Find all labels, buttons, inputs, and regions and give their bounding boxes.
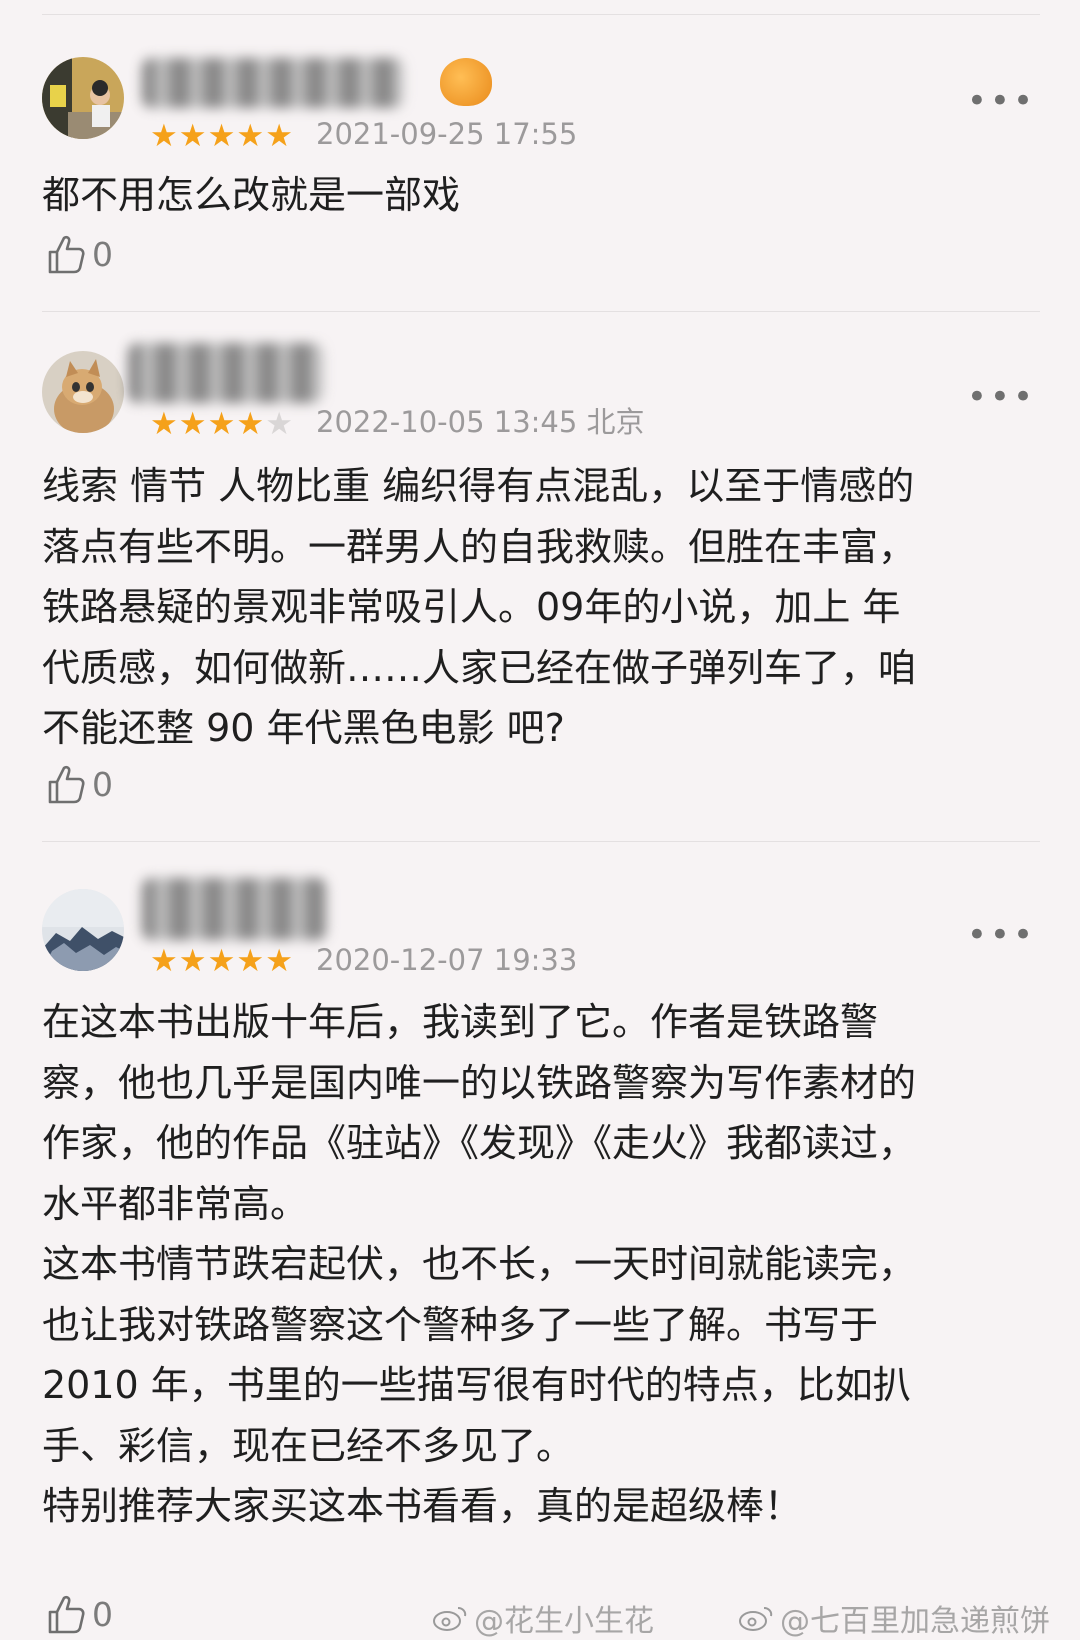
- username-blurred[interactable]: [142, 878, 327, 940]
- like-button[interactable]: 0: [46, 1592, 113, 1636]
- like-count: 0: [92, 764, 113, 804]
- review-meta: 2020-12-07 19:33: [316, 946, 577, 975]
- thumbs-up-icon: [48, 765, 85, 804]
- review-date: 2022-10-05 13:45: [316, 405, 578, 439]
- more-options-icon[interactable]: •••: [967, 918, 1036, 952]
- review-date: 2021-09-25 17:55: [316, 117, 578, 151]
- star-filled-icon: ★: [236, 943, 266, 979]
- username-blurred[interactable]: [128, 343, 323, 403]
- star-filled-icon: ★: [207, 943, 237, 979]
- cat-badge-icon: [440, 58, 492, 106]
- review-meta: 2022-10-05 13:45 北京: [316, 408, 645, 437]
- star-filled-icon: ★: [178, 943, 208, 979]
- username-blurred[interactable]: [142, 58, 404, 108]
- star-filled-icon: ★: [236, 118, 266, 154]
- weibo-icon: [739, 1607, 773, 1631]
- like-count: 0: [92, 1594, 113, 1634]
- review-content: 线索 情节 人物比重 编织得有点混乱，以至于情感的 落点有些不明。一群男人的自我…: [42, 464, 917, 750]
- star-filled-icon: ★: [207, 118, 237, 154]
- more-options-icon[interactable]: •••: [967, 84, 1036, 118]
- review-divider: [42, 841, 1040, 842]
- star-filled-icon: ★: [207, 406, 237, 442]
- review-content: 都不用怎么改就是一部戏: [42, 173, 461, 217]
- like-button[interactable]: 0: [46, 232, 113, 276]
- review-divider: [42, 311, 1040, 312]
- star-filled-icon: ★: [265, 943, 294, 979]
- star-filled-icon: ★: [150, 406, 179, 442]
- weibo-icon: [433, 1607, 467, 1631]
- top-divider: [42, 14, 1040, 15]
- thumbs-up-icon: [48, 235, 85, 274]
- review-location: 北京: [586, 405, 645, 439]
- star-rating: ★★★★★: [150, 946, 294, 977]
- review-date: 2020-12-07 19:33: [316, 943, 578, 977]
- avatar[interactable]: [42, 351, 124, 433]
- avatar[interactable]: [42, 57, 124, 139]
- star-filled-icon: ★: [236, 406, 266, 442]
- like-button[interactable]: 0: [46, 762, 113, 806]
- star-rating: ★★★★★: [150, 409, 294, 440]
- star-rating: ★★★★★: [150, 121, 294, 152]
- watermark-text: @花生小生花: [474, 1604, 654, 1639]
- review-content: 在这本书出版十年后，我读到了它。作者是铁路警 察，他也几乎是国内唯一的以铁路警察…: [42, 1000, 917, 1528]
- watermark: @花生小生花: [432, 1596, 654, 1640]
- star-empty-icon: ★: [265, 406, 294, 442]
- avatar[interactable]: [42, 889, 124, 971]
- thumbs-up-icon: [48, 1595, 85, 1634]
- star-filled-icon: ★: [178, 406, 208, 442]
- more-options-icon[interactable]: •••: [967, 380, 1036, 414]
- watermark: @七百里加急递煎饼: [738, 1596, 1050, 1640]
- watermark-text: @七百里加急递煎饼: [780, 1604, 1050, 1639]
- star-filled-icon: ★: [178, 118, 208, 154]
- star-filled-icon: ★: [265, 118, 294, 154]
- star-filled-icon: ★: [150, 943, 179, 979]
- review-meta: 2021-09-25 17:55: [316, 120, 577, 149]
- star-filled-icon: ★: [150, 118, 179, 154]
- like-count: 0: [92, 234, 113, 274]
